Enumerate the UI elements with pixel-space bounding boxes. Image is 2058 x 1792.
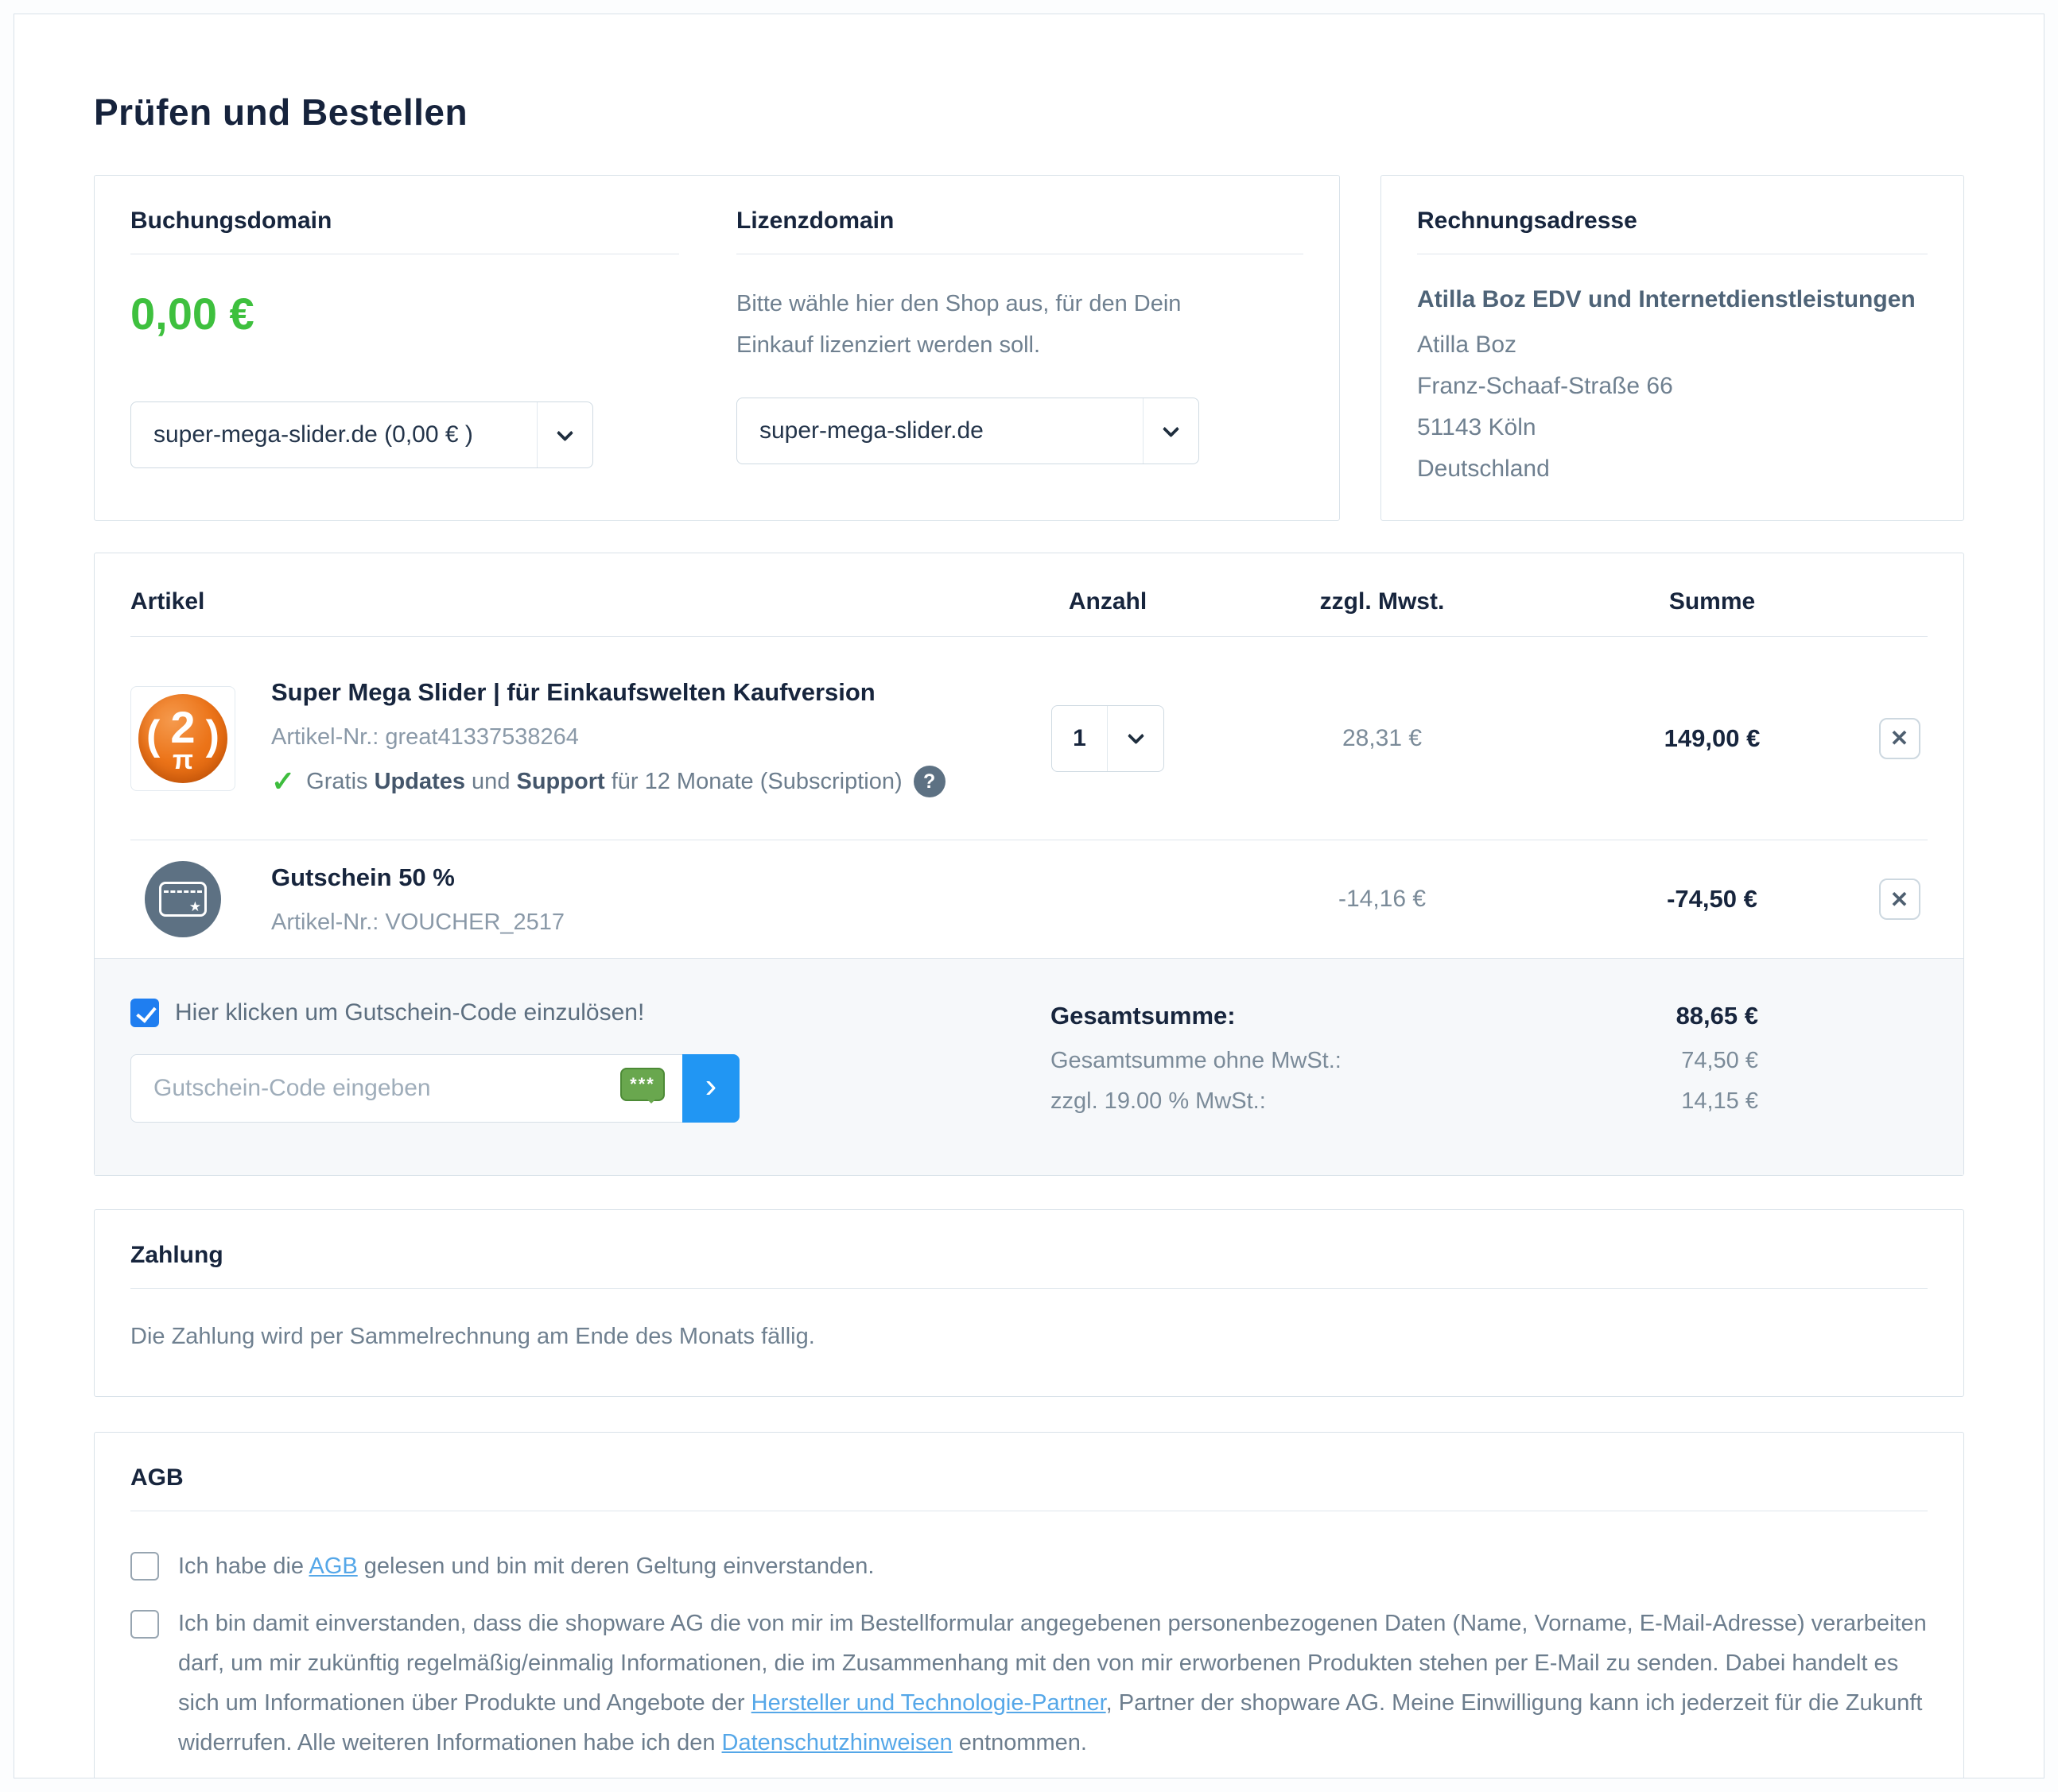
net-total-value: 74,50 €: [1681, 1048, 1758, 1074]
privacy-policy-link[interactable]: Datenschutzhinweisen: [722, 1730, 953, 1755]
remove-item-button[interactable]: ✕: [1879, 718, 1920, 759]
total-label: Gesamtsumme:: [1050, 1002, 1236, 1030]
chevron-down-icon: [1143, 398, 1198, 464]
billing-street: Franz-Schaaf-Straße 66: [1417, 366, 1928, 407]
terms-checkbox[interactable]: [130, 1552, 159, 1581]
voucher-section: Hier klicken um Gutschein-Code einzulöse…: [130, 999, 775, 1123]
voucher-card-glyph: ★: [159, 882, 207, 917]
checkout-card: Prüfen und Bestellen Buchungsdomain 0,00…: [14, 14, 2044, 1778]
chevron-down-icon: [1108, 706, 1163, 771]
star-icon: ★: [189, 900, 201, 913]
booking-domain-section: Buchungsdomain 0,00 € super-mega-slider.…: [130, 208, 679, 488]
subscription-info-line: ✓ Gratis Updates und Support für 12 Mona…: [271, 765, 946, 798]
chat-bubble-icon: ***: [620, 1068, 665, 1101]
voucher-checkbox-row[interactable]: Hier klicken um Gutschein-Code einzulöse…: [130, 999, 775, 1027]
cart-item-title: Gutschein 50 %: [271, 863, 565, 892]
voucher-icon: ★: [145, 861, 221, 937]
vat-total-value: 14,15 €: [1681, 1088, 1758, 1115]
page-title: Prüfen und Bestellen: [94, 91, 1964, 134]
privacy-checkbox-label: Ich bin damit einverstanden, dass die sh…: [178, 1604, 1928, 1763]
cart-item-remove-cell: ✕: [1871, 879, 1928, 920]
total-row: Gesamtsumme: 88,65 €: [1050, 1002, 1758, 1030]
quantity-select[interactable]: 1: [1051, 705, 1164, 772]
column-header-article: Artikel: [130, 588, 1004, 615]
payment-info-text: Die Zahlung wird per Sammelrechnung am E…: [130, 1324, 1928, 1350]
terms-checkbox-row: Ich habe die AGB gelesen und bin mit der…: [130, 1546, 1928, 1586]
logo-glyph: ): [206, 715, 219, 756]
license-domain-heading: Lizenzdomain: [736, 208, 1303, 235]
cart-footer: Hier klicken um Gutschein-Code einzulöse…: [95, 958, 1963, 1175]
total-value: 88,65 €: [1676, 1002, 1758, 1030]
payment-panel: Zahlung Die Zahlung wird per Sammelrechn…: [94, 1209, 1964, 1397]
column-header-vat: zzgl. Mwst.: [1211, 588, 1553, 615]
cart-item-sum: 149,00 €: [1553, 724, 1871, 753]
cart-item-info: Gutschein 50 % Artikel-Nr.: VOUCHER_2517: [271, 863, 565, 936]
vat-total-label: zzgl. 19.00 % MwSt.:: [1050, 1088, 1266, 1115]
quantity-select-value: 1: [1052, 706, 1108, 771]
vat-total-row: zzgl. 19.00 % MwSt.: 14,15 €: [1050, 1088, 1758, 1115]
billing-address-panel: Rechnungsadresse Atilla Boz EDV und Inte…: [1380, 175, 1964, 521]
cart-item-row: ★ Gutschein 50 % Artikel-Nr.: VOUCHER_25…: [130, 840, 1928, 958]
cart-item-vat: -14,16 €: [1211, 886, 1553, 913]
license-domain-description: Bitte wähle hier den Shop aus, für den D…: [736, 283, 1245, 366]
privacy-checkbox[interactable]: [130, 1610, 159, 1639]
help-icon[interactable]: ?: [914, 766, 946, 797]
voucher-code-input[interactable]: [130, 1054, 682, 1123]
license-domain-select-value: super-mega-slider.de: [737, 398, 1143, 464]
domains-panel: Buchungsdomain 0,00 € super-mega-slider.…: [94, 175, 1340, 521]
remove-item-button[interactable]: ✕: [1879, 879, 1920, 920]
subscription-text: Gratis Updates und Support für 12 Monate…: [306, 769, 902, 795]
logo-glyph: (: [146, 715, 160, 756]
logo-glyph: 2: [170, 705, 195, 750]
cart-item-article-number: Artikel-Nr.: great41337538264: [271, 724, 946, 751]
privacy-checkbox-row: Ich bin damit einverstanden, dass die sh…: [130, 1604, 1928, 1763]
billing-address-heading: Rechnungsadresse: [1417, 208, 1928, 235]
booking-domain-heading: Buchungsdomain: [130, 208, 679, 235]
dashed-line: [164, 890, 202, 893]
cart-item-quantity-cell: 1: [1004, 705, 1211, 772]
divider: [130, 1288, 1928, 1289]
billing-city: 51143 Köln: [1417, 407, 1928, 448]
cart-item-remove-cell: ✕: [1871, 718, 1928, 759]
terms-heading: AGB: [130, 1464, 1928, 1491]
booking-price: 0,00 €: [130, 288, 679, 339]
cart-item-article-number: Artikel-Nr.: VOUCHER_2517: [271, 910, 565, 936]
partner-link[interactable]: Hersteller und Technologie-Partner: [751, 1690, 1106, 1716]
cart-item-info: Super Mega Slider | für Einkaufswelten K…: [271, 678, 946, 798]
voucher-form: *** ›: [130, 1054, 775, 1123]
cart-item-article-cell: ( 2 π ) Super Mega Slider | für Einkaufs…: [130, 678, 1004, 798]
cart-item-vat: 28,31 €: [1211, 725, 1553, 752]
terms-panel: AGB Ich habe die AGB gelesen und bin mit…: [94, 1432, 1964, 1778]
chevron-down-icon: [537, 402, 592, 467]
billing-country: Deutschland: [1417, 448, 1928, 490]
net-total-row: Gesamtsumme ohne MwSt.: 74,50 €: [1050, 1048, 1758, 1074]
license-domain-select[interactable]: super-mega-slider.de: [736, 398, 1199, 464]
terms-checkbox-label: Ich habe die AGB gelesen und bin mit der…: [178, 1546, 1928, 1586]
cart-panel: Artikel Anzahl zzgl. Mwst. Summe ( 2 π ): [94, 553, 1964, 1176]
voucher-submit-button[interactable]: ›: [682, 1054, 740, 1123]
voucher-checkbox[interactable]: [130, 999, 159, 1027]
column-header-sum: Summe: [1553, 588, 1871, 615]
cart-item-sum: -74,50 €: [1553, 885, 1871, 913]
logo-glyph: π: [173, 747, 193, 774]
net-total-label: Gesamtsumme ohne MwSt.:: [1050, 1048, 1342, 1074]
plugin-logo-icon: ( 2 π ): [138, 694, 227, 783]
voucher-checkbox-label: Hier klicken um Gutschein-Code einzulöse…: [175, 999, 644, 1026]
cart-item-title: Super Mega Slider | für Einkaufswelten K…: [271, 678, 946, 707]
payment-heading: Zahlung: [130, 1242, 1928, 1269]
billing-name: Atilla Boz: [1417, 324, 1928, 366]
license-domain-section: Lizenzdomain Bitte wähle hier den Shop a…: [736, 208, 1303, 488]
billing-company: Atilla Boz EDV und Internetdienstleistun…: [1417, 286, 1928, 313]
cart-item-row: ( 2 π ) Super Mega Slider | für Einkaufs…: [130, 637, 1928, 840]
totals-section: Gesamtsumme: 88,65 € Gesamtsumme ohne Mw…: [1050, 1002, 1758, 1129]
top-row: Buchungsdomain 0,00 € super-mega-slider.…: [94, 175, 1964, 521]
check-icon: ✓: [271, 765, 295, 798]
booking-domain-select-value: super-mega-slider.de (0,00 € ): [131, 402, 537, 467]
agb-link[interactable]: AGB: [309, 1553, 357, 1579]
cart-item-article-cell: ★ Gutschein 50 % Artikel-Nr.: VOUCHER_25…: [130, 861, 1004, 937]
cart-header-row: Artikel Anzahl zzgl. Mwst. Summe: [130, 588, 1928, 615]
column-header-quantity: Anzahl: [1004, 588, 1211, 615]
product-thumbnail: ( 2 π ): [130, 686, 235, 791]
booking-domain-select[interactable]: super-mega-slider.de (0,00 € ): [130, 401, 593, 468]
